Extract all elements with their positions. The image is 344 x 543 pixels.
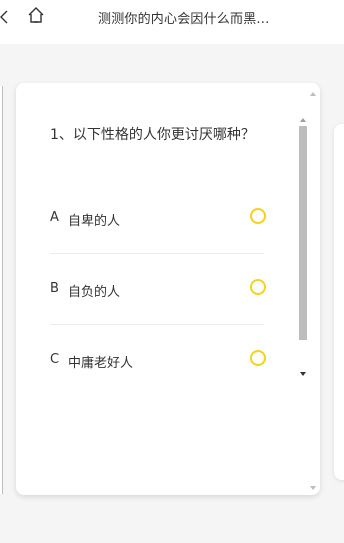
card-scrollbar[interactable] <box>310 86 318 492</box>
radio-unselected-icon[interactable] <box>250 279 266 295</box>
option-b[interactable]: B 自负的人 <box>50 255 266 325</box>
option-label: 中庸老好人 <box>68 356 134 371</box>
page-title: 测测你的内心会因什么而黑... <box>98 12 270 27</box>
previous-card-edge <box>0 86 3 494</box>
question-text: 1、以下性格的人你更讨厌哪种？ <box>50 127 255 143</box>
home-icon[interactable] <box>27 6 45 24</box>
option-letter: A <box>50 210 59 225</box>
radio-unselected-icon[interactable] <box>250 350 266 366</box>
scroll-down-arrow-icon[interactable] <box>310 486 316 490</box>
option-label: 自负的人 <box>68 285 121 300</box>
option-letter: B <box>50 281 59 296</box>
scrollbar-thumb[interactable] <box>299 126 307 340</box>
options-scrollbar[interactable] <box>298 114 308 384</box>
scroll-up-arrow-icon[interactable] <box>310 92 316 96</box>
scroll-down-arrow-icon[interactable] <box>300 372 306 376</box>
option-letter: C <box>50 352 60 367</box>
radio-unselected-icon[interactable] <box>250 208 266 224</box>
scroll-up-arrow-icon[interactable] <box>300 118 306 122</box>
next-card-edge[interactable] <box>334 124 344 480</box>
option-label: 自卑的人 <box>68 214 121 229</box>
top-bar: 测测你的内心会因什么而黑... <box>0 0 344 44</box>
option-a[interactable]: A 自卑的人 <box>50 184 266 254</box>
back-chevron-icon[interactable] <box>0 9 14 25</box>
option-c[interactable]: C 中庸老好人 <box>50 326 266 396</box>
